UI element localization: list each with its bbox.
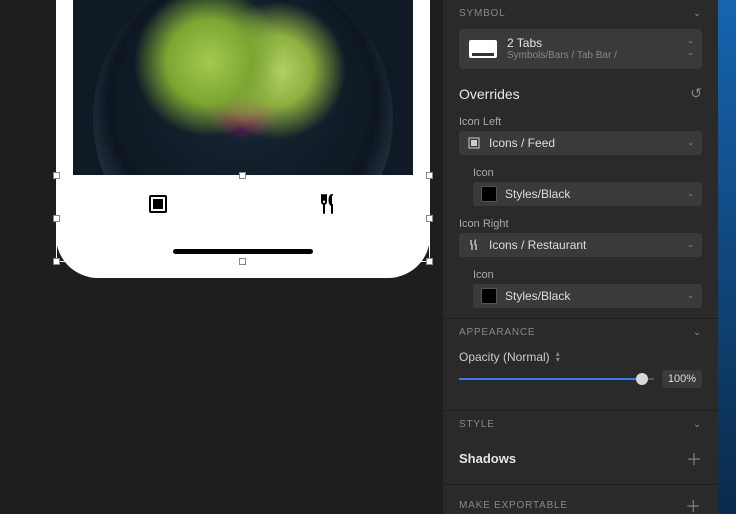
section-label: APPEARANCE	[459, 327, 535, 338]
resize-handle[interactable]	[53, 215, 60, 222]
chevron-updown-icon: ⌄	[687, 139, 694, 147]
restaurant-icon	[467, 238, 481, 252]
icon-right-label: Icon Right	[443, 210, 718, 233]
appearance-section-header[interactable]: APPEARANCE ⌄	[443, 319, 718, 346]
icon-right-dropdown[interactable]: Icons / Restaurant ⌄	[459, 233, 702, 257]
chevron-down-icon: ⌄	[693, 327, 702, 338]
icon-right-color-dropdown[interactable]: Styles/Black ⌄	[473, 284, 702, 308]
reset-overrides-icon[interactable]: ↺	[690, 85, 702, 102]
shadows-row[interactable]: Shadows ＋	[443, 438, 718, 474]
dropdown-value: Icons / Feed	[489, 136, 694, 150]
section-label: STYLE	[459, 419, 495, 430]
symbol-name: 2 Tabs	[507, 36, 617, 50]
resize-handle[interactable]	[426, 172, 433, 179]
chevron-updown-icon: ⌄	[687, 292, 694, 300]
make-exportable-header[interactable]: MAKE EXPORTABLE ＋	[443, 485, 718, 514]
resize-handle[interactable]	[239, 258, 246, 265]
resize-handle[interactable]	[53, 258, 60, 265]
slider-thumb[interactable]	[636, 373, 648, 385]
add-icon[interactable]: ＋	[686, 446, 702, 470]
symbol-thumbnail	[469, 40, 497, 58]
inspector-sidebar: SYMBOL ⌄ 2 Tabs Symbols/Bars / Tab Bar /…	[443, 0, 718, 514]
icon-left-dropdown[interactable]: Icons / Feed ⌄	[459, 131, 702, 155]
chevron-updown-icon: ⌃⌄	[687, 41, 694, 57]
hero-image	[73, 0, 413, 176]
feed-icon	[467, 136, 481, 150]
dropdown-value: Styles/Black	[505, 289, 694, 303]
resize-handle[interactable]	[426, 215, 433, 222]
color-swatch	[481, 288, 497, 304]
dropdown-value: Styles/Black	[505, 187, 694, 201]
overrides-header: Overrides ↺	[443, 79, 718, 108]
selection-box[interactable]	[56, 175, 430, 262]
symbol-path: Symbols/Bars / Tab Bar /	[507, 50, 617, 62]
section-label: SYMBOL	[459, 8, 505, 19]
chevron-updown-icon: ⌄	[687, 241, 694, 249]
section-label: Overrides	[459, 86, 520, 102]
icon-left-color-label: Icon	[443, 159, 718, 182]
resize-handle[interactable]	[53, 172, 60, 179]
desktop-background	[718, 0, 736, 514]
resize-handle[interactable]	[239, 172, 246, 179]
style-section-header[interactable]: STYLE ⌄	[443, 411, 718, 438]
chevron-down-icon: ⌄	[693, 419, 702, 430]
color-swatch	[481, 186, 497, 202]
add-icon[interactable]: ＋	[685, 493, 702, 514]
symbol-selector[interactable]: 2 Tabs Symbols/Bars / Tab Bar / ⌃⌄	[459, 29, 702, 69]
opacity-value[interactable]: 100%	[662, 370, 702, 388]
icon-right-color-label: Icon	[443, 261, 718, 284]
shadows-label: Shadows	[459, 451, 516, 466]
resize-handle[interactable]	[426, 258, 433, 265]
opacity-stepper[interactable]: ▴▾	[556, 351, 560, 363]
symbol-section-header[interactable]: SYMBOL ⌄	[443, 0, 718, 27]
opacity-slider[interactable]	[459, 372, 654, 386]
opacity-label: Opacity (Normal)	[459, 350, 550, 364]
dropdown-value: Icons / Restaurant	[489, 238, 694, 252]
chevron-updown-icon: ⌄	[687, 190, 694, 198]
icon-left-label: Icon Left	[443, 108, 718, 131]
section-label: MAKE EXPORTABLE	[459, 500, 568, 511]
icon-left-color-dropdown[interactable]: Styles/Black ⌄	[473, 182, 702, 206]
canvas-area[interactable]	[0, 0, 443, 514]
chevron-down-icon: ⌄	[693, 8, 702, 19]
